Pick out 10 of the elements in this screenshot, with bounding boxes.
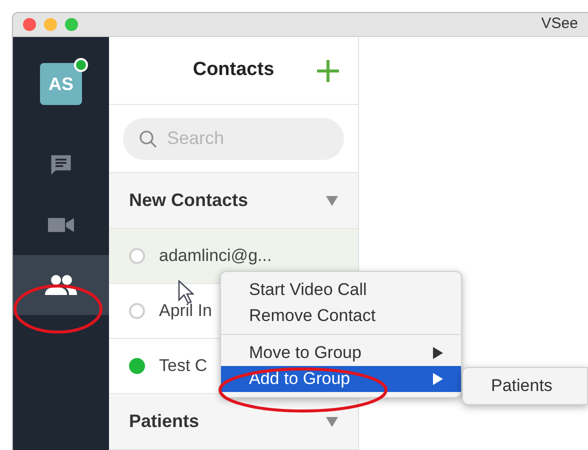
menu-item-label: Move to Group: [249, 342, 362, 364]
contact-name: Test C: [159, 355, 208, 378]
contact-name: adamlinci@g...: [159, 245, 272, 268]
panel-title: Contacts: [192, 58, 274, 82]
menu-item-label: Remove Contact: [249, 305, 376, 328]
window-title: VSee: [541, 14, 578, 34]
menu-item-label: Add to Group: [249, 368, 350, 390]
section-title: New Contacts: [129, 189, 248, 212]
section-title: Patients: [129, 410, 200, 433]
contact-name: April In: [159, 300, 212, 322]
